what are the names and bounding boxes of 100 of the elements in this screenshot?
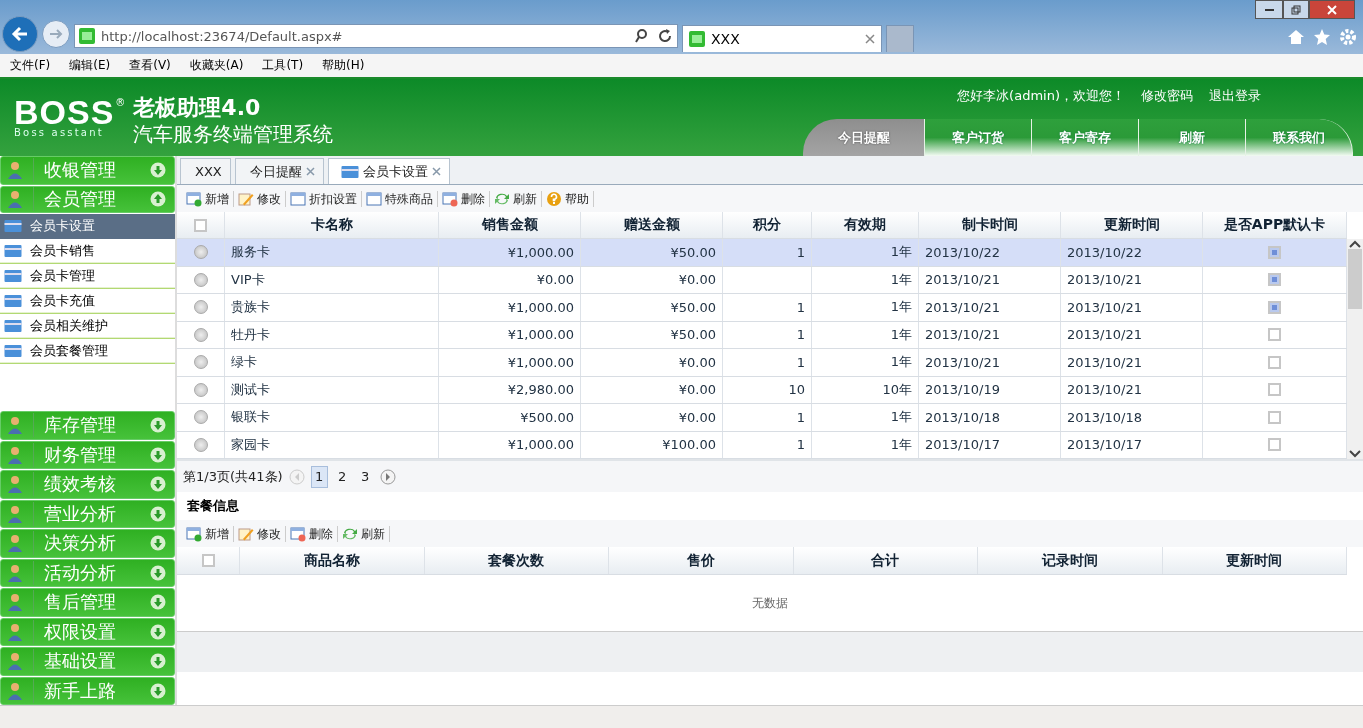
table-row[interactable]: 银联卡 ¥500.00 ¥0.00 1 1年 2013/10/18 2013/10/18 [177,404,1347,432]
toolbar-button[interactable]: 刷新 [338,525,390,542]
table-cell: 1年 [812,349,919,376]
table-cell: 10年 [812,376,919,403]
content-tab[interactable]: XXX [180,158,231,184]
table-cell: ¥50.00 [581,239,723,266]
restore-button[interactable] [1283,0,1309,19]
card-icon [4,244,22,258]
minimize-icon [1264,8,1274,11]
default-card-checkbox[interactable] [1268,438,1281,452]
toolbar-button[interactable]: 删除 [286,525,338,542]
column-header: 是否APP默认卡 [1203,212,1347,238]
table-cell: 家园卡 [225,431,439,458]
toolbar-button[interactable]: 新增 [182,525,234,542]
row-radio[interactable] [193,300,208,315]
table-row[interactable]: 家园卡 ¥1,000.00 ¥100.00 1 1年 2013/10/17 2013/10/17 [177,431,1347,459]
row-radio[interactable] [193,327,208,342]
table-row[interactable]: 绿卡 ¥1,000.00 ¥0.00 1 1年 2013/10/21 2013/10/21 [177,349,1347,377]
menu-item[interactable]: 查看(V) [123,57,177,74]
page-button[interactable]: 3 [356,465,374,488]
nav-tab[interactable]: 联系我们 [1246,119,1353,156]
card-icon [4,294,22,308]
select-all-checkbox[interactable] [201,554,215,567]
row-radio[interactable] [193,245,208,260]
toolbar-button[interactable]: 新增 [182,190,234,207]
table-cell: ¥1,000.00 [439,321,581,348]
browser-tab[interactable]: XXX [682,25,882,52]
address-field[interactable]: http://localhost:23674/Default.aspx# [74,24,678,48]
page-button[interactable]: 1 [310,465,328,488]
menu-item[interactable]: 文件(F) [4,57,57,74]
column-header: 记录时间 [978,547,1163,574]
table-cell: 1 [723,321,812,348]
row-radio[interactable] [193,355,208,370]
restore-icon [1291,4,1301,15]
toolbar-button[interactable]: 修改 [234,525,286,542]
person-icon [5,651,25,672]
menu-item[interactable]: 收藏夹(A) [183,57,250,74]
table-row[interactable]: 测试卡 ¥2,980.00 ¥0.00 10 10年 2013/10/19 2013/10/21 [177,376,1347,404]
nav-tab[interactable]: 刷新 [1139,119,1246,156]
nav-tab[interactable]: 客户订货 [925,119,1032,156]
header-link[interactable]: 退出登录 [1209,87,1261,119]
row-radio[interactable] [193,437,208,452]
table-cell: 2013/10/21 [919,266,1061,293]
table-cell: 1年 [812,266,919,293]
table-cell: 1年 [812,431,919,458]
table-cell: ¥0.00 [581,349,723,376]
home-icon [1287,28,1305,46]
scrollbar[interactable] [1347,239,1363,459]
default-card-checkbox[interactable] [1268,355,1281,369]
table-row[interactable]: VIP卡 ¥0.00 ¥0.00 1年 2013/10/21 2013/10/21 [177,266,1347,294]
close-button[interactable] [1309,0,1355,19]
table-cell: 绿卡 [225,349,439,376]
product-name: 老板助理4.0 [133,95,262,121]
row-radio[interactable] [193,272,208,287]
toolbar-button[interactable]: 特殊商品 [362,190,438,207]
default-card-checkbox[interactable] [1268,245,1281,259]
sidebar-item[interactable]: 会员卡设置 [0,213,175,239]
new-tab-button[interactable] [886,25,914,52]
default-card-checkbox[interactable] [1268,383,1281,397]
content-tab[interactable]: 会员卡设置 [327,158,450,184]
page-button[interactable]: 2 [333,465,351,488]
row-radio[interactable] [193,382,208,397]
back-button[interactable] [2,16,38,52]
header-link[interactable]: 修改密码 [1141,87,1193,119]
column-header: 销售金额 [439,212,581,238]
page-summary: 第1/3页(共41条) [183,467,283,486]
column-header: 合计 [793,547,978,574]
nav-tab[interactable]: 客户寄存 [1032,119,1139,156]
column-header: 更新时间 [1162,547,1347,574]
delete-window-icon [290,525,306,542]
table-row[interactable]: 贵族卡 ¥1,000.00 ¥50.00 1 1年 2013/10/21 2013/10/21 [177,294,1347,322]
scrollbar-thumb[interactable] [1348,249,1362,309]
column-header: 售价 [609,547,794,574]
previous-page-icon [288,468,305,485]
default-card-checkbox[interactable] [1268,273,1281,287]
default-card-checkbox[interactable] [1268,300,1281,314]
default-card-checkbox[interactable] [1268,410,1281,424]
toolbar-button[interactable]: 修改 [234,190,286,207]
toolbar-button[interactable]: 删除 [438,190,490,207]
menu-item[interactable]: 编辑(E) [63,57,117,74]
column-header: 套餐次数 [424,547,609,574]
content-tab[interactable]: 今日提醒 [234,158,324,184]
select-all-checkbox[interactable] [194,218,207,232]
toolbar-button[interactable]: 折扣设置 [286,190,362,207]
column-header: 更新时间 [1061,212,1203,238]
default-card-checkbox[interactable] [1268,328,1281,342]
forward-button[interactable] [42,20,70,48]
person-icon [5,533,25,554]
toolbar-button[interactable]: 帮助 [542,190,594,207]
table-row[interactable]: 牡丹卡 ¥1,000.00 ¥50.00 1 1年 2013/10/21 2013/10/21 [177,321,1347,349]
person-icon [5,592,25,613]
menu-item[interactable]: 工具(T) [256,57,310,74]
minimize-button[interactable] [1255,0,1283,19]
menu-item[interactable]: 帮助(H) [316,57,371,74]
table-cell: ¥500.00 [439,404,581,431]
page-icon [689,31,705,47]
empty-message: 无数据 [752,594,788,612]
row-radio[interactable] [193,410,208,425]
toolbar-button[interactable]: 刷新 [490,190,542,207]
table-row[interactable]: 服务卡 ¥1,000.00 ¥50.00 1 1年 2013/10/22 2013/10/22 [177,239,1347,267]
